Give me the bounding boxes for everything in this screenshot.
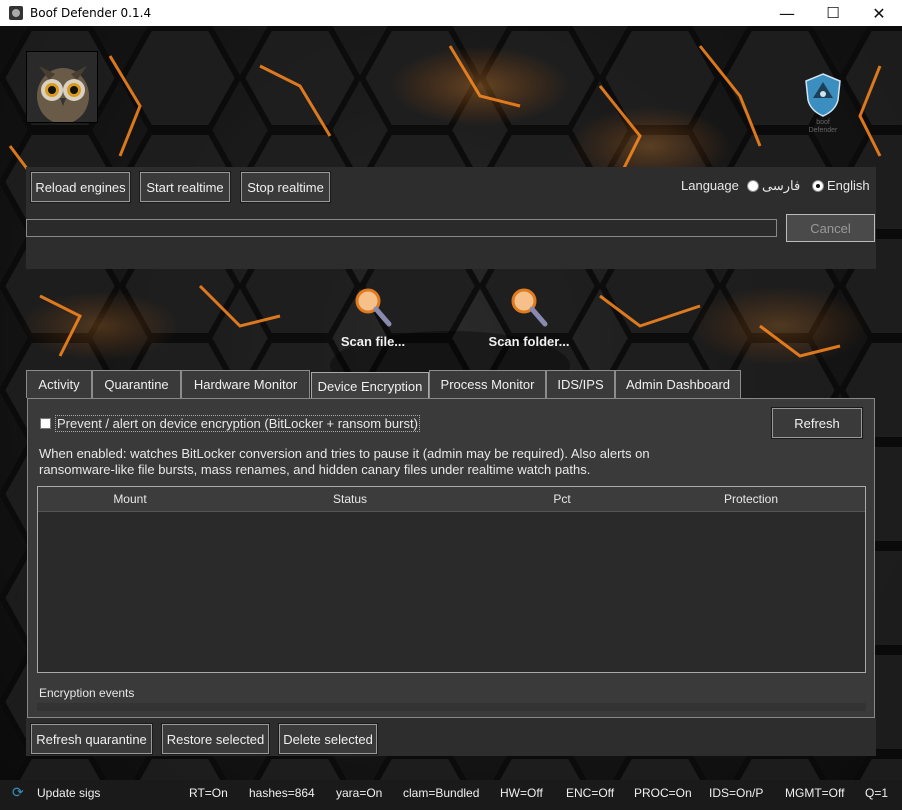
tab-quarantine[interactable]: Quarantine (92, 370, 181, 398)
refresh-button[interactable]: Refresh (771, 407, 863, 439)
progress-panel: Cancel (26, 207, 876, 269)
status-clam: clam=Bundled (403, 786, 480, 800)
owl-logo (26, 51, 98, 123)
device-encryption-panel: Prevent / alert on device encryption (Bi… (27, 398, 875, 718)
app-icon (9, 6, 23, 20)
status-q: Q=1 (865, 786, 889, 800)
refresh-quarantine-button[interactable]: Refresh quarantine (30, 723, 153, 755)
encryption-table[interactable]: Mount Status Pct Protection (37, 486, 866, 673)
minimize-button[interactable]: — (764, 0, 810, 26)
tab-device-encryption[interactable]: Device Encryption (311, 372, 429, 400)
radio-english[interactable] (812, 180, 824, 192)
encryption-events-label: Encryption events (39, 686, 135, 700)
tab-ids-ips[interactable]: IDS/IPS (546, 370, 615, 398)
status-enc: ENC=Off (566, 786, 615, 800)
scan-progress-bar (26, 219, 777, 237)
title-bar: Boof Defender 0.1.4 — ☐ ✕ (0, 0, 902, 26)
tab-activity[interactable]: Activity (26, 370, 92, 398)
cancel-button[interactable]: Cancel (786, 214, 875, 242)
window-controls: — ☐ ✕ (764, 0, 902, 26)
scan-file-label: Scan file... (340, 334, 406, 349)
refresh-icon[interactable]: ⟳ (12, 784, 24, 801)
shield-logo-text-2: Defender (809, 127, 838, 134)
language-label: Language (681, 178, 739, 193)
tab-hardware-monitor[interactable]: Hardware Monitor (181, 370, 310, 398)
column-header-protection[interactable]: Protection (706, 492, 796, 506)
table-header: Mount Status Pct Protection (38, 487, 865, 512)
scan-folder-label: Scan folder... (488, 334, 570, 349)
delete-selected-button[interactable]: Delete selected (278, 723, 378, 755)
status-bar: ⟳ Update sigs RT=On hashes=864 yara=On c… (0, 780, 902, 810)
status-mgmt: MGMT=Off (785, 786, 845, 800)
status-hw: HW=Off (500, 786, 543, 800)
status-ids: IDS=On/P (709, 786, 764, 800)
encryption-description: When enabled: watches BitLocker conversi… (39, 446, 650, 477)
prevent-encryption-checkbox[interactable] (40, 418, 51, 429)
update-sigs-link[interactable]: Update sigs (37, 786, 100, 800)
radio-farsi[interactable] (747, 180, 759, 192)
column-header-mount[interactable]: Mount (90, 492, 170, 506)
quarantine-actions: Refresh quarantine Restore selected Dele… (26, 718, 876, 756)
stop-realtime-button[interactable]: Stop realtime (240, 171, 331, 203)
status-proc: PROC=On (634, 786, 692, 800)
prevent-encryption-label[interactable]: Prevent / alert on device encryption (Bi… (55, 415, 420, 432)
column-header-pct[interactable]: Pct (522, 492, 602, 506)
window-title: Boof Defender 0.1.4 (30, 6, 152, 20)
magnifier-icon (511, 288, 548, 327)
status-rt: RT=On (189, 786, 228, 800)
start-realtime-button[interactable]: Start realtime (139, 171, 231, 203)
reload-engines-button[interactable]: Reload engines (30, 171, 131, 203)
english-label[interactable]: English (827, 178, 870, 193)
tab-process-monitor[interactable]: Process Monitor (429, 370, 546, 398)
column-header-status[interactable]: Status (310, 492, 390, 506)
maximize-button[interactable]: ☐ (810, 0, 856, 26)
tab-admin-dashboard[interactable]: Admin Dashboard (615, 370, 741, 398)
shield-logo: boof Defender (803, 72, 843, 134)
restore-selected-button[interactable]: Restore selected (161, 723, 270, 755)
status-hashes: hashes=864 (249, 786, 315, 800)
scan-folder-button[interactable]: Scan folder... (484, 286, 574, 349)
shield-logo-text-1: boof (816, 119, 830, 126)
magnifier-icon (355, 288, 392, 327)
close-button[interactable]: ✕ (856, 0, 902, 26)
encryption-events-list[interactable] (37, 703, 866, 711)
farsi-label[interactable]: فارسی (762, 178, 800, 194)
engine-toolbar: Reload engines Start realtime Stop realt… (26, 167, 876, 207)
scan-file-button[interactable]: Scan file... (333, 286, 413, 349)
status-yara: yara=On (336, 786, 383, 800)
